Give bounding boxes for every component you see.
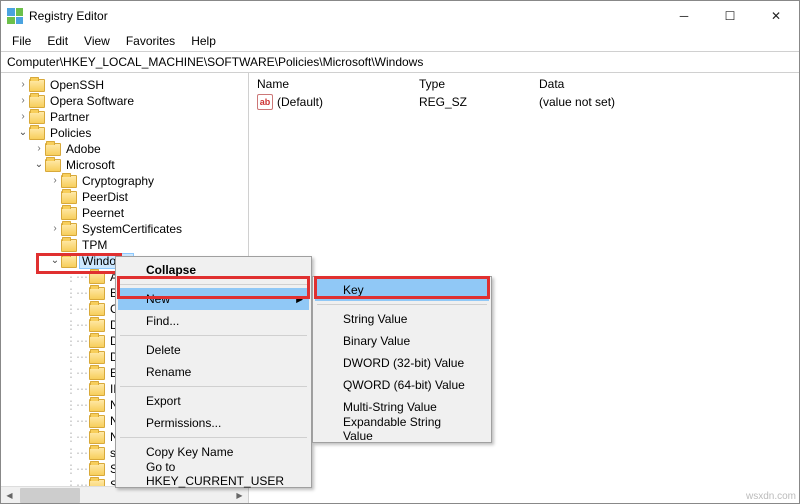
sub-dword[interactable]: DWORD (32-bit) Value	[315, 352, 489, 374]
folder-icon	[89, 383, 105, 396]
ctx-delete[interactable]: Delete	[118, 339, 309, 361]
scroll-right-button[interactable]: ▶	[231, 487, 248, 504]
folder-icon	[29, 111, 45, 124]
window-controls: ─ ☐ ✕	[661, 1, 799, 31]
value-row[interactable]: (Default) REG_SZ (value not set)	[249, 93, 799, 111]
folder-icon	[89, 415, 105, 428]
folder-icon	[89, 351, 105, 364]
folder-icon	[45, 159, 61, 172]
ctx-new[interactable]: New▶	[118, 288, 309, 310]
sub-binary[interactable]: Binary Value	[315, 330, 489, 352]
minimize-button[interactable]: ─	[661, 1, 707, 31]
address-bar[interactable]: Computer\HKEY_LOCAL_MACHINE\SOFTWARE\Pol…	[1, 51, 799, 73]
regedit-icon	[7, 8, 23, 24]
ctx-find[interactable]: Find...	[118, 310, 309, 332]
col-type[interactable]: Type	[419, 77, 539, 91]
folder-icon	[61, 239, 77, 252]
ctx-goto-hkcu[interactable]: Go to HKEY_CURRENT_USER	[118, 463, 309, 485]
tree-item[interactable]: Peernet	[1, 205, 248, 221]
separator	[317, 304, 487, 305]
menubar: File Edit View Favorites Help	[1, 31, 799, 51]
folder-icon	[89, 287, 105, 300]
ctx-rename[interactable]: Rename	[118, 361, 309, 383]
separator	[120, 437, 307, 438]
close-button[interactable]: ✕	[753, 1, 799, 31]
tree-item[interactable]: ›OpenSSH	[1, 77, 248, 93]
folder-icon	[29, 79, 45, 92]
tree-scrollbar[interactable]: ◀ ▶	[1, 486, 248, 503]
scroll-thumb[interactable]	[20, 488, 80, 503]
tree-item[interactable]: ›Opera Software	[1, 93, 248, 109]
menu-file[interactable]: File	[5, 33, 38, 49]
value-type: REG_SZ	[419, 95, 539, 109]
tree-item[interactable]: ›Adobe	[1, 141, 248, 157]
menu-favorites[interactable]: Favorites	[119, 33, 182, 49]
tree-item[interactable]: ›Partner	[1, 109, 248, 125]
folder-icon	[61, 175, 77, 188]
tree-item[interactable]: PeerDist	[1, 189, 248, 205]
separator	[120, 386, 307, 387]
value-data: (value not set)	[539, 95, 615, 109]
ctx-collapse[interactable]: Collapse	[118, 259, 309, 281]
col-data[interactable]: Data	[539, 77, 799, 91]
column-headers[interactable]: Name Type Data	[249, 73, 799, 93]
tree-item[interactable]: ›Cryptography	[1, 173, 248, 189]
window-title: Registry Editor	[29, 9, 108, 23]
folder-icon	[89, 271, 105, 284]
folder-icon	[61, 207, 77, 220]
sub-string[interactable]: String Value	[315, 308, 489, 330]
ctx-export[interactable]: Export	[118, 390, 309, 412]
menu-edit[interactable]: Edit	[40, 33, 75, 49]
folder-icon	[89, 319, 105, 332]
maximize-button[interactable]: ☐	[707, 1, 753, 31]
context-menu: Collapse New▶ Find... Delete Rename Expo…	[115, 256, 312, 488]
folder-icon	[29, 95, 45, 108]
col-name[interactable]: Name	[249, 77, 419, 91]
value-name: (Default)	[277, 95, 419, 109]
ctx-permissions[interactable]: Permissions...	[118, 412, 309, 434]
scroll-left-button[interactable]: ◀	[1, 487, 18, 504]
folder-icon	[61, 255, 77, 268]
separator	[120, 284, 307, 285]
folder-icon	[29, 127, 45, 140]
folder-icon	[89, 447, 105, 460]
submenu-new: Key String Value Binary Value DWORD (32-…	[312, 276, 492, 443]
folder-icon	[89, 399, 105, 412]
folder-icon	[61, 191, 77, 204]
folder-icon	[89, 431, 105, 444]
tree-item-policies[interactable]: ⌄Policies	[1, 125, 248, 141]
submenu-arrow-icon: ▶	[296, 294, 303, 305]
sub-key[interactable]: Key	[315, 279, 489, 301]
folder-icon	[89, 335, 105, 348]
folder-icon	[89, 463, 105, 476]
titlebar: Registry Editor ─ ☐ ✕	[1, 1, 799, 31]
address-text: Computer\HKEY_LOCAL_MACHINE\SOFTWARE\Pol…	[7, 55, 423, 69]
tree-item[interactable]: ›SystemCertificates	[1, 221, 248, 237]
tree-item[interactable]: TPM	[1, 237, 248, 253]
folder-icon	[89, 367, 105, 380]
menu-view[interactable]: View	[77, 33, 117, 49]
string-value-icon	[257, 94, 273, 110]
separator	[120, 335, 307, 336]
tree-item-microsoft[interactable]: ⌄Microsoft	[1, 157, 248, 173]
sub-expand[interactable]: Expandable String Value	[315, 418, 489, 440]
folder-icon	[45, 143, 61, 156]
folder-icon	[61, 223, 77, 236]
menu-help[interactable]: Help	[184, 33, 223, 49]
folder-icon	[89, 303, 105, 316]
watermark: wsxdn.com	[746, 491, 796, 502]
sub-qword[interactable]: QWORD (64-bit) Value	[315, 374, 489, 396]
